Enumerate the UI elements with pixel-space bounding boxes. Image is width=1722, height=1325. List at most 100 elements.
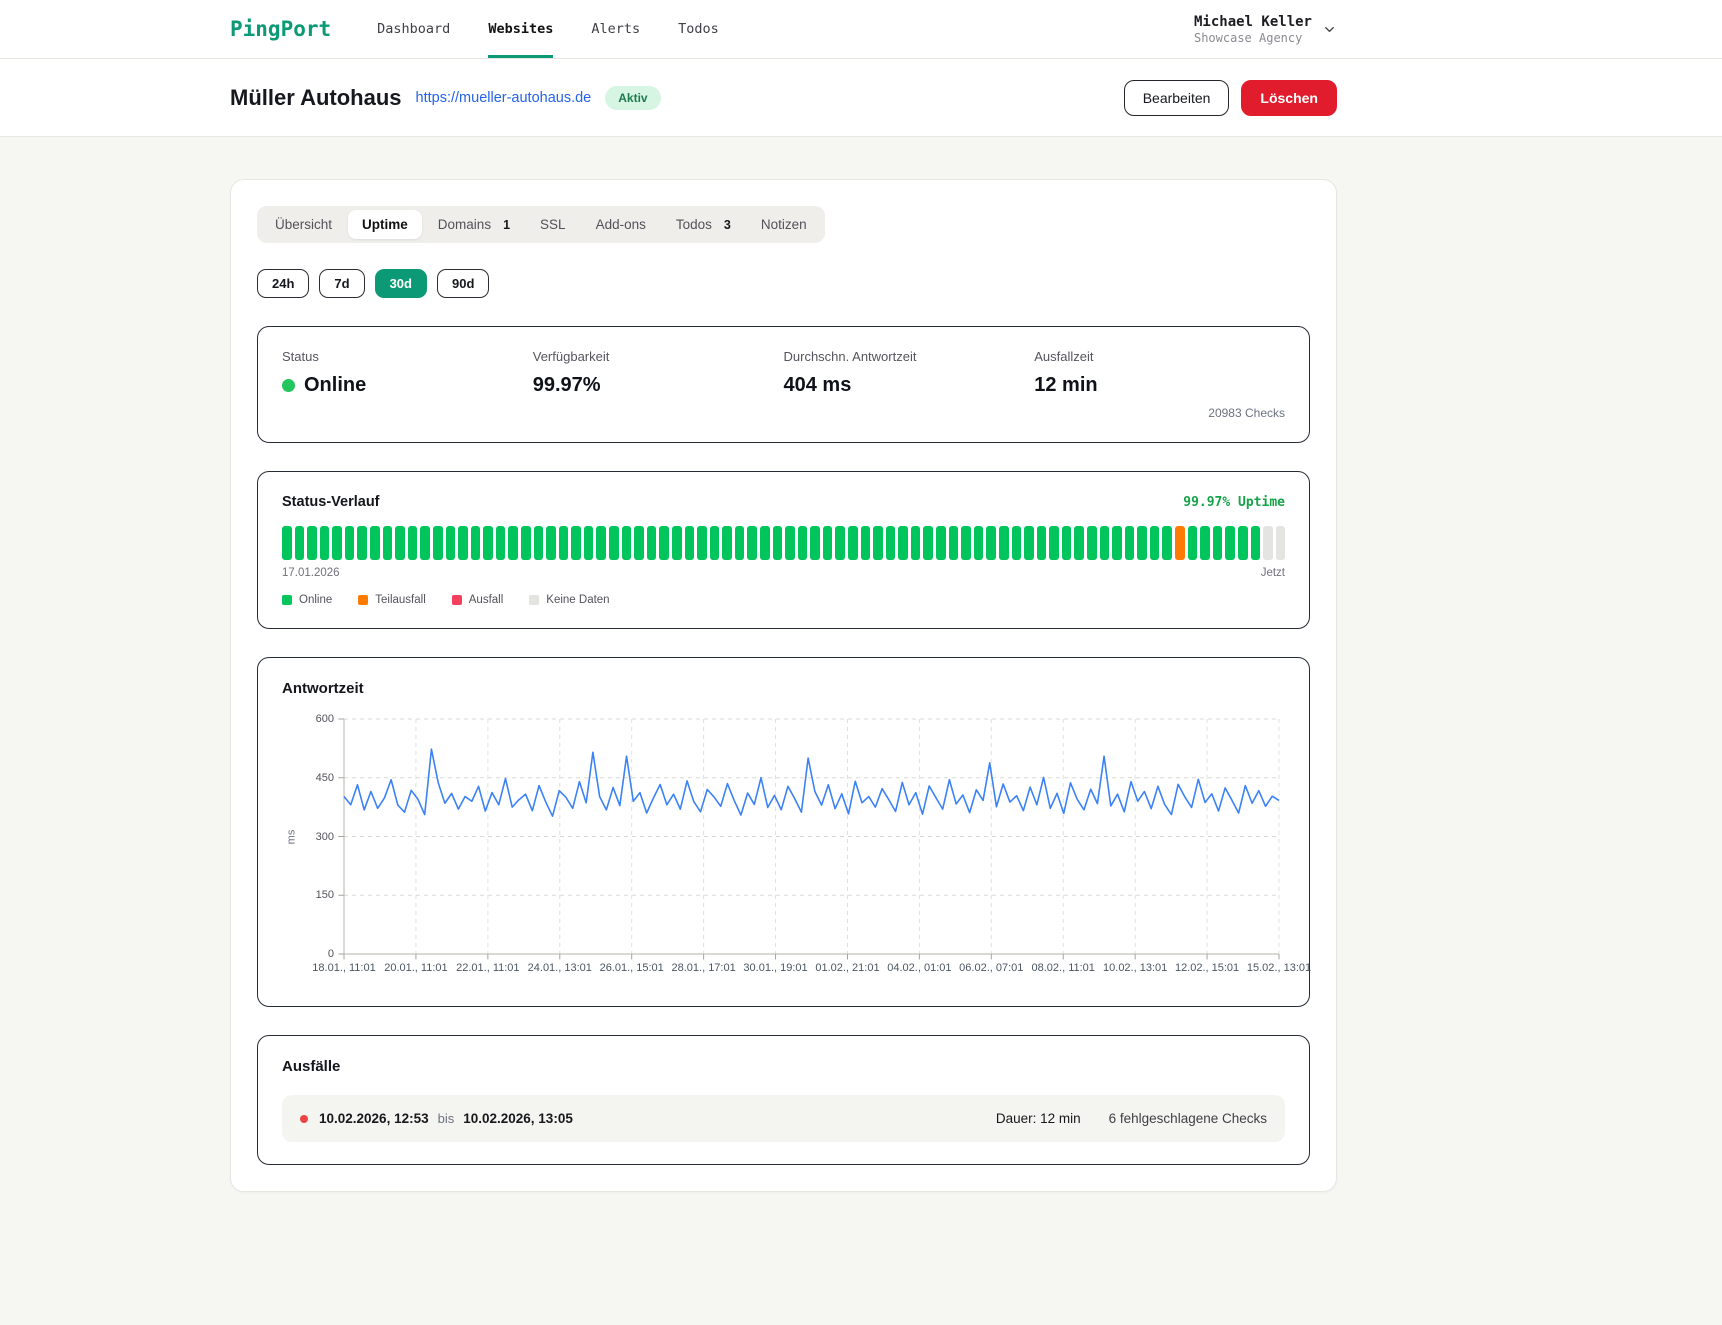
status-bar-online[interactable] — [534, 526, 544, 560]
status-bar-online[interactable] — [1037, 526, 1047, 560]
status-bar-online[interactable] — [697, 526, 707, 560]
status-bar-online[interactable] — [898, 526, 908, 560]
status-bar-online[interactable] — [395, 526, 405, 560]
status-bar-online[interactable] — [1100, 526, 1110, 560]
status-bar-nodata[interactable] — [1276, 526, 1286, 560]
status-bar-online[interactable] — [1225, 526, 1235, 560]
status-bar-online[interactable] — [307, 526, 317, 560]
status-bar-online[interactable] — [282, 526, 292, 560]
status-bar-nodata[interactable] — [1263, 526, 1273, 560]
status-bar-online[interactable] — [1238, 526, 1248, 560]
status-bar-online[interactable] — [559, 526, 569, 560]
status-bar-online[interactable] — [835, 526, 845, 560]
tab-todos[interactable]: Todos3 — [662, 210, 745, 239]
status-bar-online[interactable] — [710, 526, 720, 560]
status-bar-online[interactable] — [357, 526, 367, 560]
status-bar-online[interactable] — [471, 526, 481, 560]
status-bar-online[interactable] — [672, 526, 682, 560]
tab-notizen[interactable]: Notizen — [747, 210, 821, 239]
status-bar-online[interactable] — [546, 526, 556, 560]
status-bar-online[interactable] — [332, 526, 342, 560]
range-30d-button[interactable]: 30d — [375, 269, 427, 298]
status-bar-online[interactable] — [949, 526, 959, 560]
status-bar-online[interactable] — [383, 526, 393, 560]
status-bar-online[interactable] — [521, 526, 531, 560]
status-bar-online[interactable] — [685, 526, 695, 560]
status-bar-online[interactable] — [974, 526, 984, 560]
status-bar-online[interactable] — [1162, 526, 1172, 560]
tab-uebersicht[interactable]: Übersicht — [261, 210, 346, 239]
status-bar-online[interactable] — [1012, 526, 1022, 560]
tab-uptime[interactable]: Uptime — [348, 210, 422, 239]
nav-dashboard[interactable]: Dashboard — [377, 0, 450, 58]
status-bar-online[interactable] — [508, 526, 518, 560]
status-bar-online[interactable] — [634, 526, 644, 560]
status-bar-online[interactable] — [810, 526, 820, 560]
status-bar-online[interactable] — [345, 526, 355, 560]
status-bar-online[interactable] — [571, 526, 581, 560]
status-bar-online[interactable] — [1137, 526, 1147, 560]
nav-todos[interactable]: Todos — [678, 0, 719, 58]
status-bar-online[interactable] — [999, 526, 1009, 560]
status-bar-online[interactable] — [1150, 526, 1160, 560]
status-bar-online[interactable] — [1074, 526, 1084, 560]
status-bar-online[interactable] — [433, 526, 443, 560]
status-bar-online[interactable] — [1200, 526, 1210, 560]
status-bar-online[interactable] — [1125, 526, 1135, 560]
status-bar-online[interactable] — [1049, 526, 1059, 560]
status-bar-online[interactable] — [773, 526, 783, 560]
range-24h-button[interactable]: 24h — [257, 269, 309, 298]
status-bar-online[interactable] — [861, 526, 871, 560]
user-menu[interactable]: Michael Keller Showcase Agency — [1194, 0, 1337, 58]
status-bar-online[interactable] — [596, 526, 606, 560]
status-bar-online[interactable] — [823, 526, 833, 560]
range-90d-button[interactable]: 90d — [437, 269, 489, 298]
status-bar-online[interactable] — [1062, 526, 1072, 560]
status-bar-online[interactable] — [1087, 526, 1097, 560]
status-bar-online[interactable] — [647, 526, 657, 560]
status-bar-online[interactable] — [1213, 526, 1223, 560]
status-bar-online[interactable] — [295, 526, 305, 560]
status-bar-online[interactable] — [1251, 526, 1261, 560]
status-bar-online[interactable] — [911, 526, 921, 560]
status-bar-online[interactable] — [458, 526, 468, 560]
website-url-link[interactable]: https://mueller-autohaus.de — [416, 90, 592, 106]
status-bar-online[interactable] — [609, 526, 619, 560]
status-bar-partial[interactable] — [1175, 526, 1185, 560]
status-bar-online[interactable] — [622, 526, 632, 560]
status-bar-online[interactable] — [496, 526, 506, 560]
status-bar-online[interactable] — [320, 526, 330, 560]
edit-button[interactable]: Bearbeiten — [1124, 80, 1230, 116]
status-bar-online[interactable] — [923, 526, 933, 560]
status-bar-online[interactable] — [1024, 526, 1034, 560]
tab-ssl[interactable]: SSL — [526, 210, 580, 239]
status-bar-online[interactable] — [986, 526, 996, 560]
range-7d-button[interactable]: 7d — [319, 269, 364, 298]
delete-button[interactable]: Löschen — [1241, 80, 1337, 116]
tab-addons[interactable]: Add-ons — [582, 210, 660, 239]
status-bar-online[interactable] — [659, 526, 669, 560]
status-bar-online[interactable] — [961, 526, 971, 560]
status-bar-online[interactable] — [1112, 526, 1122, 560]
status-bar-online[interactable] — [848, 526, 858, 560]
nav-alerts[interactable]: Alerts — [591, 0, 640, 58]
status-bar-online[interactable] — [370, 526, 380, 560]
status-bar-online[interactable] — [483, 526, 493, 560]
status-bar-online[interactable] — [446, 526, 456, 560]
status-bar-online[interactable] — [760, 526, 770, 560]
status-bar-online[interactable] — [1188, 526, 1198, 560]
status-bar-online[interactable] — [420, 526, 430, 560]
status-bar-online[interactable] — [785, 526, 795, 560]
tab-domains[interactable]: Domains1 — [424, 210, 524, 239]
status-bar-online[interactable] — [408, 526, 418, 560]
app-logo[interactable]: PingPort — [230, 0, 331, 58]
nav-websites[interactable]: Websites — [488, 0, 553, 58]
status-bar-online[interactable] — [722, 526, 732, 560]
status-bar-online[interactable] — [873, 526, 883, 560]
status-bar-online[interactable] — [936, 526, 946, 560]
status-bar-online[interactable] — [747, 526, 757, 560]
status-bar-online[interactable] — [886, 526, 896, 560]
status-bar-online[interactable] — [798, 526, 808, 560]
status-bar-online[interactable] — [584, 526, 594, 560]
status-bar-online[interactable] — [735, 526, 745, 560]
